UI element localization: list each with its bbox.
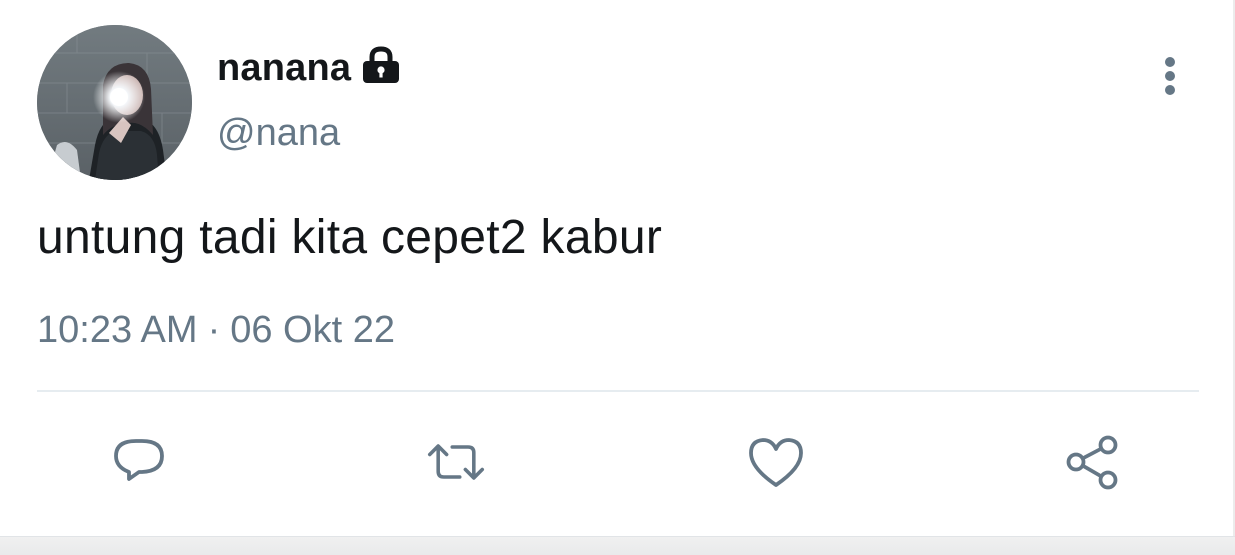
divider	[37, 390, 1199, 392]
tweet-text: untung tadi kita cepet2 kabur	[37, 211, 663, 264]
timestamp-separator: ·	[207, 309, 221, 351]
lock-icon	[360, 45, 402, 85]
display-name[interactable]: nanana	[217, 47, 351, 90]
reply-button[interactable]	[109, 432, 169, 492]
user-handle[interactable]: @nana	[217, 112, 340, 155]
retweet-button[interactable]	[426, 432, 486, 492]
share-icon	[1066, 435, 1118, 490]
reply-icon	[114, 439, 164, 481]
tweet-time: 10:23 AM	[37, 309, 198, 351]
heart-icon	[749, 438, 803, 487]
avatar-image	[37, 25, 192, 180]
more-vertical-icon[interactable]	[1155, 55, 1185, 99]
tweet-timestamp[interactable]: 10:23 AM · 06 Okt 22	[37, 309, 395, 352]
bottom-strip	[0, 536, 1235, 555]
author-row: nanana	[217, 44, 402, 92]
retweet-icon	[427, 444, 485, 480]
tweet-detail: nanana @nana untung tadi kita cepet2 kab…	[0, 0, 1235, 555]
avatar[interactable]	[37, 25, 192, 180]
tweet-date: 06 Okt 22	[230, 309, 395, 351]
share-button[interactable]	[1062, 432, 1122, 492]
like-button[interactable]	[746, 432, 806, 492]
